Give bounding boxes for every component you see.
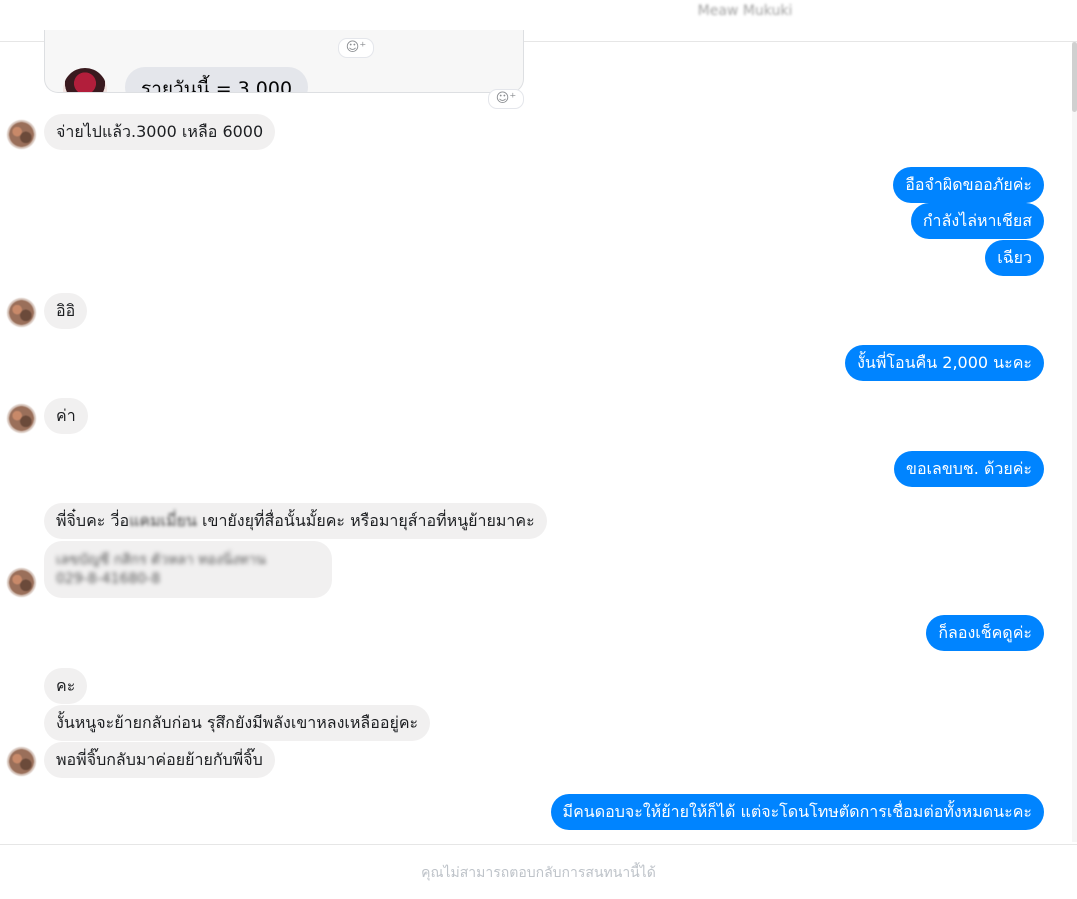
message-bubble-incoming[interactable]: พอพี่จิ๊บกลับมาค่อยย้ายกับพี่จิ๊บ <box>44 742 275 778</box>
message-text: เขายังยุที่สื่อนั้นมั้ยคะ หรือมายุส์าอที… <box>196 511 535 530</box>
shared-message-card[interactable]: รายวันนี้ = 3,000 <box>44 30 524 93</box>
message-bubble-incoming[interactable]: งั้นหนูจะย้ายกลับก่อน รุสึกยังมีพลังเขาห… <box>44 705 431 741</box>
message-bubble-outgoing[interactable]: ก็ลองเช็คดูค่ะ <box>926 615 1044 651</box>
contact-name[interactable]: Meaw Mukuki <box>0 3 1077 19</box>
scrollbar-track[interactable] <box>1072 42 1077 842</box>
blurred-name: แคมเมี่ยน <box>129 511 197 530</box>
message-bubble-incoming[interactable]: คะ <box>44 668 88 704</box>
message-bubble-incoming[interactable]: ค่า <box>44 398 88 434</box>
account-name-line: เลขบัญชี กสิกร ตัวหลา ทองนิ่งทาน <box>56 552 266 568</box>
scrollbar-thumb[interactable] <box>1072 42 1077 112</box>
message-bubble-outgoing[interactable]: กำลังไล่หาเชียส <box>910 203 1044 239</box>
contact-avatar[interactable] <box>7 747 36 776</box>
contact-avatar[interactable] <box>7 568 36 597</box>
contact-avatar[interactable] <box>7 120 36 149</box>
account-number-line: 029-8-41680-8 <box>56 571 161 587</box>
contact-avatar[interactable] <box>7 404 36 433</box>
blurred-account-message[interactable]: เลขบัญชี กสิกร ตัวหลา ทองนิ่งทาน 029-8-4… <box>44 541 332 598</box>
card-avatar <box>63 68 107 92</box>
contact-avatar[interactable] <box>7 298 36 327</box>
message-bubble-outgoing[interactable]: งั้นพี่โอนคืน 2,000 นะคะ <box>845 345 1044 381</box>
card-bubble: รายวันนี้ = 3,000 <box>125 67 309 92</box>
message-bubble-incoming[interactable]: อิอิ <box>44 293 88 329</box>
cannot-reply-notice: คุณไม่สามารถตอบกลับการสนทนานี้ได้ <box>421 865 656 881</box>
message-bubble-incoming[interactable]: จ่ายไปแล้ว.3000 เหลือ 6000 <box>44 114 276 150</box>
message-bubble-outgoing[interactable]: มีคนดอบจะให้ย้ายให้ก็ได้ แต่จะโดนโทษตัดก… <box>550 794 1044 830</box>
composer-disabled-bar: คุณไม่สามารถตอบกลับการสนทนานี้ได้ <box>0 844 1077 899</box>
message-bubble-outgoing[interactable]: ขอเลขบช. ด้วยค่ะ <box>894 451 1044 487</box>
message-text: พี่จิ๋บคะ วี่อ <box>56 511 130 530</box>
message-bubble-outgoing[interactable]: เฉียว <box>985 240 1044 276</box>
message-bubble-incoming[interactable]: พี่จิ๋บคะ วี่อแคมเมี่ยน เขายังยุที่สื่อน… <box>44 503 547 539</box>
message-bubble-outgoing[interactable]: อือจำผิดขออภัยค่ะ <box>893 167 1044 203</box>
add-reaction-icon[interactable]: ☺⁺ <box>338 38 374 58</box>
add-reaction-icon[interactable]: ☺⁺ <box>488 89 524 109</box>
